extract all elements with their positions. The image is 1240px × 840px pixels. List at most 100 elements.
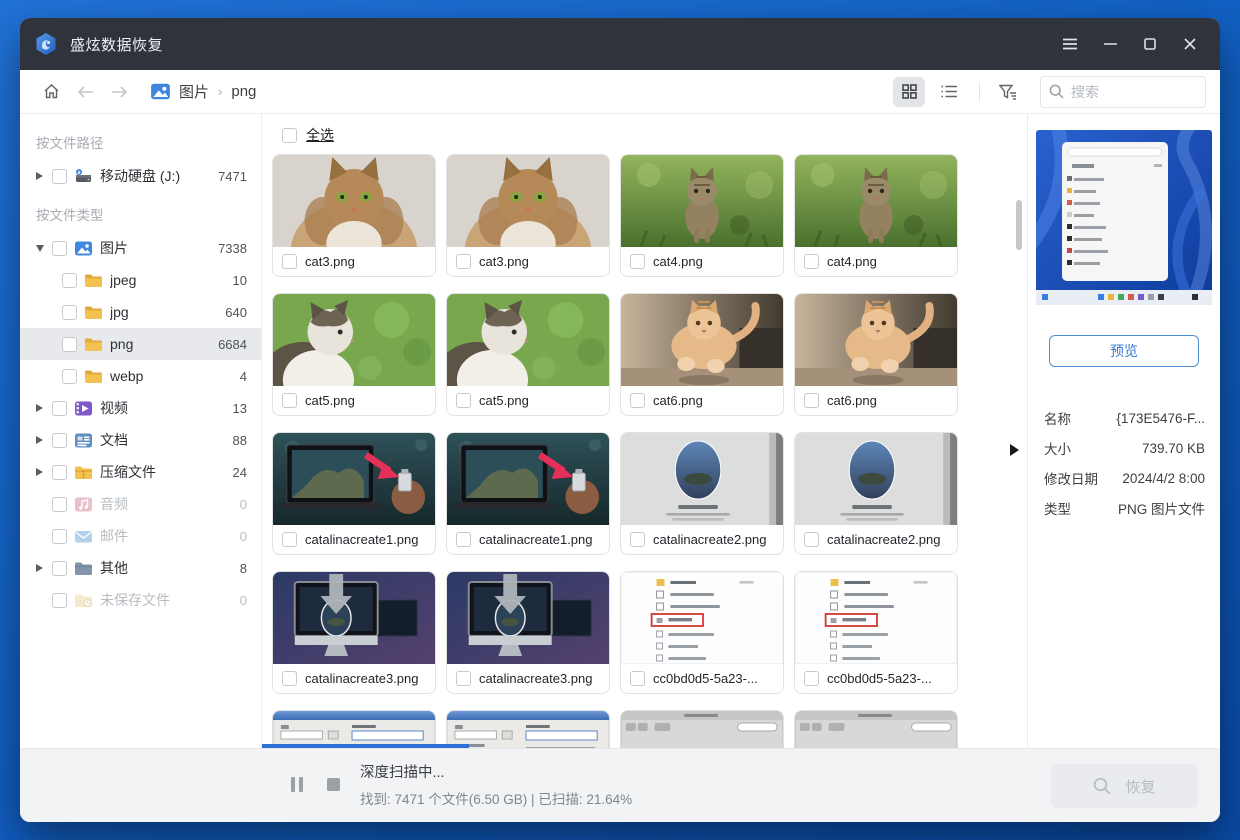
sidebar-item-jpeg[interactable]: jpeg 10: [20, 264, 261, 296]
item-checkbox[interactable]: [62, 305, 77, 320]
file-checkbox[interactable]: [282, 393, 297, 408]
home-button[interactable]: [38, 77, 64, 107]
file-card[interactable]: [272, 710, 436, 748]
maximize-button[interactable]: [1130, 18, 1170, 70]
item-checkbox[interactable]: [52, 433, 67, 448]
file-checkbox[interactable]: [456, 671, 471, 686]
back-button[interactable]: [72, 77, 98, 107]
breadcrumb-root[interactable]: 图片: [179, 81, 209, 102]
file-card[interactable]: [446, 710, 610, 748]
sidebar-item-images[interactable]: 图片 7338: [20, 232, 261, 264]
sidebar-item-videos[interactable]: 视频 13: [20, 392, 261, 424]
file-card[interactable]: cat4.png: [794, 154, 958, 277]
file-card[interactable]: [794, 710, 958, 748]
expander-icon[interactable]: [36, 172, 48, 180]
file-card[interactable]: cat6.png: [794, 293, 958, 416]
expander-icon[interactable]: [36, 436, 48, 444]
file-name: cc0bd0d5-5a23-...: [653, 671, 771, 686]
file-card[interactable]: [620, 710, 784, 748]
file-card[interactable]: catalinacreate1.png: [446, 432, 610, 555]
item-checkbox[interactable]: [52, 529, 67, 544]
file-checkbox[interactable]: [630, 254, 645, 269]
file-checkbox[interactable]: [804, 393, 819, 408]
sidebar-item-documents[interactable]: 文档 88: [20, 424, 261, 456]
search-input[interactable]: [1071, 84, 1181, 100]
folder-other-icon: [74, 560, 93, 577]
item-checkbox[interactable]: [52, 241, 67, 256]
item-checkbox[interactable]: [52, 497, 67, 512]
file-checkbox[interactable]: [630, 393, 645, 408]
expander-icon[interactable]: [36, 404, 48, 412]
file-card[interactable]: catalinacreate1.png: [272, 432, 436, 555]
expander-icon[interactable]: [36, 245, 48, 252]
item-checkbox[interactable]: [52, 169, 67, 184]
file-checkbox[interactable]: [282, 671, 297, 686]
file-checkbox[interactable]: [282, 254, 297, 269]
file-card[interactable]: catalinacreate2.png: [794, 432, 958, 555]
file-name: cc0bd0d5-5a23-...: [827, 671, 945, 686]
list-view-button[interactable]: [933, 77, 965, 107]
file-thumbnail: [795, 711, 957, 748]
sidebar-item-other[interactable]: 其他 8: [20, 552, 261, 584]
select-all-label[interactable]: 全选: [306, 125, 334, 145]
item-checkbox[interactable]: [62, 337, 77, 352]
file-checkbox[interactable]: [804, 254, 819, 269]
item-checkbox[interactable]: [52, 465, 67, 480]
file-checkbox[interactable]: [282, 532, 297, 547]
item-checkbox[interactable]: [52, 401, 67, 416]
pause-scan-button[interactable]: [288, 775, 306, 793]
item-checkbox[interactable]: [62, 273, 77, 288]
sidebar-item-removable-drive[interactable]: 移动硬盘 (J:) 7471: [20, 160, 261, 192]
file-card[interactable]: cat5.png: [272, 293, 436, 416]
file-card[interactable]: catalinacreate3.png: [272, 571, 436, 694]
sidebar-item-archives[interactable]: 压缩文件 24: [20, 456, 261, 488]
search-box[interactable]: [1040, 76, 1206, 108]
item-checkbox[interactable]: [52, 593, 67, 608]
stop-scan-button[interactable]: [324, 775, 342, 793]
file-card[interactable]: cat3.png: [446, 154, 610, 277]
expander-icon[interactable]: [36, 468, 48, 476]
sidebar-item-jpg[interactable]: jpg 640: [20, 296, 261, 328]
sidebar-item-png[interactable]: png 6684: [20, 328, 261, 360]
file-checkbox[interactable]: [456, 254, 471, 269]
file-card[interactable]: cat3.png: [272, 154, 436, 277]
item-label: 移动硬盘 (J:): [100, 166, 218, 186]
file-card[interactable]: catalinacreate2.png: [620, 432, 784, 555]
file-card[interactable]: cc0bd0d5-5a23-...: [794, 571, 958, 694]
file-checkbox[interactable]: [804, 532, 819, 547]
file-card[interactable]: cat5.png: [446, 293, 610, 416]
sidebar-item-mail[interactable]: 邮件 0: [20, 520, 261, 552]
close-button[interactable]: [1170, 18, 1210, 70]
file-name: cat4.png: [653, 254, 771, 269]
select-all-checkbox[interactable]: [282, 128, 297, 143]
file-card[interactable]: cc0bd0d5-5a23-...: [620, 571, 784, 694]
minimize-button[interactable]: [1090, 18, 1130, 70]
file-checkbox[interactable]: [630, 532, 645, 547]
sidebar-item-audio[interactable]: 音频 0: [20, 488, 261, 520]
file-card[interactable]: cat6.png: [620, 293, 784, 416]
recover-button[interactable]: 恢复: [1051, 764, 1198, 808]
grid-scrollbar[interactable]: [1016, 200, 1022, 250]
filter-button[interactable]: [992, 77, 1024, 107]
file-card[interactable]: catalinacreate3.png: [446, 571, 610, 694]
zip-icon: [74, 464, 93, 481]
file-thumbnail: [621, 294, 783, 386]
detail-label: 名称: [1044, 408, 1071, 428]
file-checkbox[interactable]: [456, 393, 471, 408]
item-checkbox[interactable]: [52, 561, 67, 576]
file-checkbox[interactable]: [630, 671, 645, 686]
breadcrumb-separator: ›: [218, 84, 222, 99]
forward-button[interactable]: [106, 77, 132, 107]
panel-collapse-arrow[interactable]: [1010, 442, 1024, 458]
statusbar: 深度扫描中... 找到: 7471 个文件(6.50 GB) | 已扫描: 21…: [20, 748, 1220, 822]
file-checkbox[interactable]: [804, 671, 819, 686]
preview-button[interactable]: 预览: [1049, 335, 1199, 367]
expander-icon[interactable]: [36, 564, 48, 572]
menu-icon[interactable]: [1050, 18, 1090, 70]
item-checkbox[interactable]: [62, 369, 77, 384]
sidebar-item-unsaved[interactable]: 未保存文件 0: [20, 584, 261, 616]
grid-view-button[interactable]: [893, 77, 925, 107]
sidebar-item-webp[interactable]: webp 4: [20, 360, 261, 392]
file-checkbox[interactable]: [456, 532, 471, 547]
file-card[interactable]: cat4.png: [620, 154, 784, 277]
